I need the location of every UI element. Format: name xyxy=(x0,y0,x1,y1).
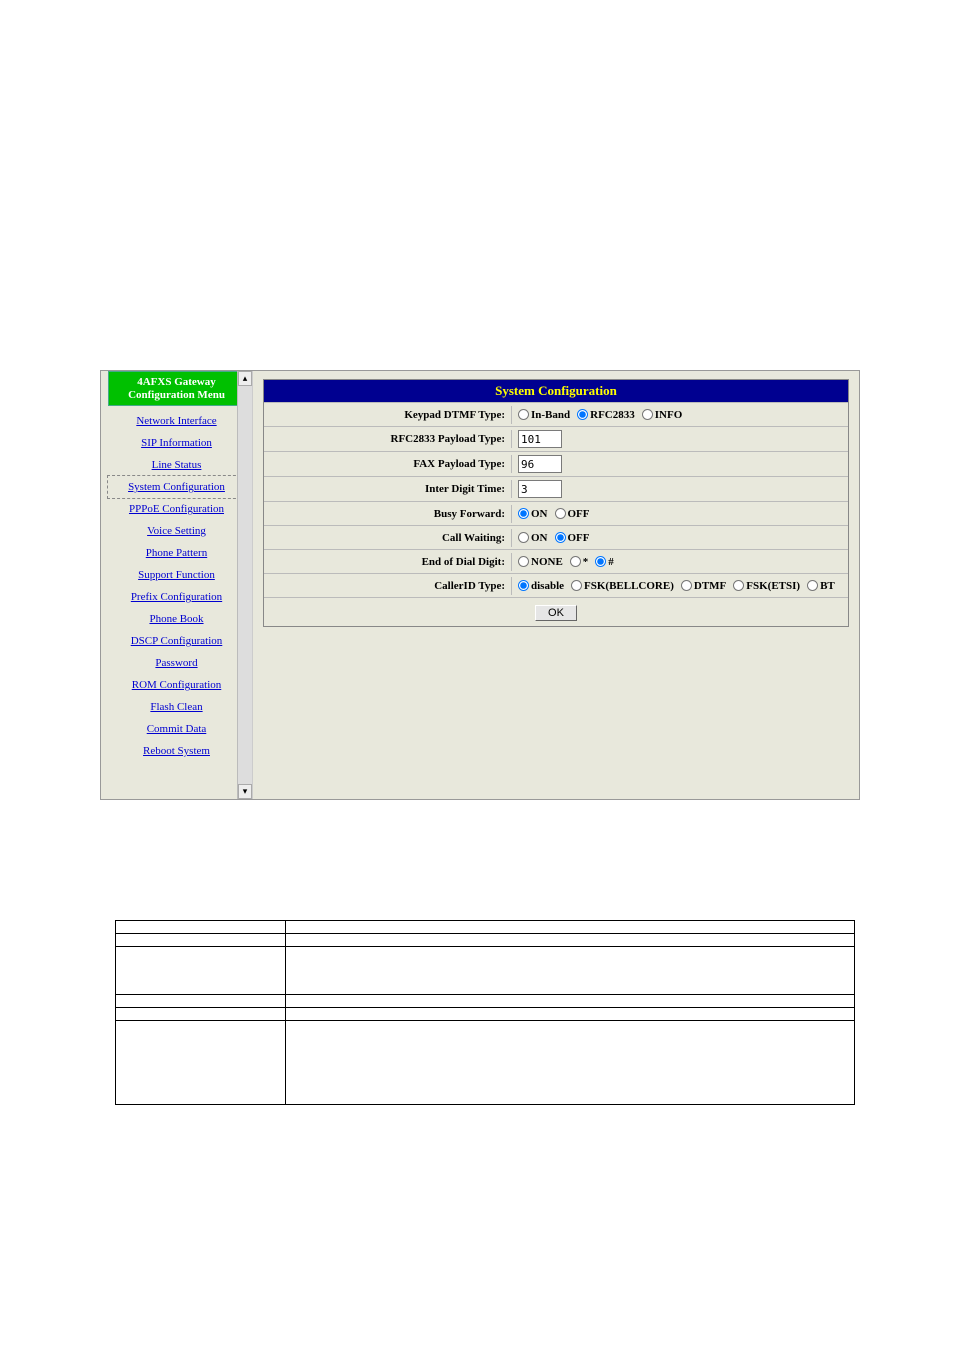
sidebar-item-system-configuration[interactable]: System Configuration xyxy=(108,476,245,498)
label-busy-forward: Busy Forward: xyxy=(264,505,512,523)
row-keypad-dtmf: Keypad DTMF Type: In-Band RFC2833 INFO xyxy=(264,402,848,426)
sidebar-item-network-interface[interactable]: Network Interface xyxy=(108,410,245,432)
sidebar-items: Network Interface SIP Information Line S… xyxy=(108,406,245,762)
sidebar-header: 4AFXS Gateway Configuration Menu xyxy=(108,371,245,406)
sidebar-item-rom-configuration[interactable]: ROM Configuration xyxy=(108,674,245,696)
sidebar-item-support-function[interactable]: Support Function xyxy=(108,564,245,586)
radio-cid-dtmf[interactable]: DTMF xyxy=(681,580,726,592)
sidebar-item-sip-information[interactable]: SIP Information xyxy=(108,432,245,454)
radio-cw-on[interactable]: ON xyxy=(518,532,548,544)
radio-eod-hash[interactable]: # xyxy=(595,556,614,568)
value-rfc2833-payload xyxy=(512,427,848,451)
app-frame: 4AFXS Gateway Configuration Menu Network… xyxy=(100,370,860,800)
table-row xyxy=(116,947,855,995)
sidebar: 4AFXS Gateway Configuration Menu Network… xyxy=(101,371,253,799)
sidebar-item-phone-book[interactable]: Phone Book xyxy=(108,608,245,630)
sidebar-item-phone-pattern[interactable]: Phone Pattern xyxy=(108,542,245,564)
radio-eod-none[interactable]: NONE xyxy=(518,556,563,568)
input-fax-payload[interactable] xyxy=(518,455,562,473)
label-call-waiting: Call Waiting: xyxy=(264,529,512,547)
table-row xyxy=(116,1021,855,1105)
radio-cid-bt[interactable]: BT xyxy=(807,580,835,592)
value-busy-forward: ON OFF xyxy=(512,505,848,523)
radio-busy-on[interactable]: ON xyxy=(518,508,548,520)
sidebar-title-line1: 4AFXS Gateway xyxy=(137,376,216,388)
row-fax-payload: FAX Payload Type: xyxy=(264,451,848,476)
label-fax-payload: FAX Payload Type: xyxy=(264,455,512,473)
row-busy-forward: Busy Forward: ON OFF xyxy=(264,501,848,525)
table-row xyxy=(116,934,855,947)
radio-keypad-info[interactable]: INFO xyxy=(642,409,683,421)
radio-keypad-rfc2833[interactable]: RFC2833 xyxy=(577,409,635,421)
sidebar-scrollbar[interactable]: ▴ ▾ xyxy=(237,371,252,799)
row-callerid: CallerID Type: disable FSK(BELLCORE) DTM… xyxy=(264,573,848,597)
ok-row: OK xyxy=(264,597,848,626)
sidebar-item-pppoe-configuration[interactable]: PPPoE Configuration xyxy=(108,498,245,520)
system-configuration-panel: System Configuration Keypad DTMF Type: I… xyxy=(263,379,849,627)
scroll-down-icon[interactable]: ▾ xyxy=(238,784,252,799)
input-rfc2833-payload[interactable] xyxy=(518,430,562,448)
radio-cid-fskbell[interactable]: FSK(BELLCORE) xyxy=(571,580,674,592)
sidebar-item-dscp-configuration[interactable]: DSCP Configuration xyxy=(108,630,245,652)
radio-busy-off[interactable]: OFF xyxy=(555,508,590,520)
table-row xyxy=(116,1008,855,1021)
value-call-waiting: ON OFF xyxy=(512,529,848,547)
sidebar-item-commit-data[interactable]: Commit Data xyxy=(108,718,245,740)
ok-button[interactable]: OK xyxy=(535,605,577,621)
radio-eod-star[interactable]: * xyxy=(570,556,589,568)
radio-cid-fsketsi[interactable]: FSK(ETSI) xyxy=(733,580,800,592)
label-callerid: CallerID Type: xyxy=(264,577,512,595)
sidebar-item-prefix-configuration[interactable]: Prefix Configuration xyxy=(108,586,245,608)
table-row xyxy=(116,995,855,1008)
sidebar-item-voice-setting[interactable]: Voice Setting xyxy=(108,520,245,542)
sidebar-item-password[interactable]: Password xyxy=(108,652,245,674)
radio-cw-off[interactable]: OFF xyxy=(555,532,590,544)
value-fax-payload xyxy=(512,452,848,476)
value-inter-digit xyxy=(512,477,848,501)
label-keypad-dtmf: Keypad DTMF Type: xyxy=(264,406,512,424)
sidebar-item-line-status[interactable]: Line Status xyxy=(108,454,245,476)
scroll-up-icon[interactable]: ▴ xyxy=(238,371,252,386)
value-end-of-dial: NONE * # xyxy=(512,553,848,571)
row-end-of-dial: End of Dial Digit: NONE * # xyxy=(264,549,848,573)
row-inter-digit: Inter Digit Time: xyxy=(264,476,848,501)
sidebar-item-reboot-system[interactable]: Reboot System xyxy=(108,740,245,762)
row-call-waiting: Call Waiting: ON OFF xyxy=(264,525,848,549)
doc-table xyxy=(115,920,855,1105)
main-content: System Configuration Keypad DTMF Type: I… xyxy=(253,371,859,799)
label-rfc2833-payload: RFC2833 Payload Type: xyxy=(264,430,512,448)
sidebar-item-flash-clean[interactable]: Flash Clean xyxy=(108,696,245,718)
radio-keypad-inband[interactable]: In-Band xyxy=(518,409,570,421)
label-end-of-dial: End of Dial Digit: xyxy=(264,553,512,571)
table-row xyxy=(116,921,855,934)
radio-cid-disable[interactable]: disable xyxy=(518,580,564,592)
value-callerid: disable FSK(BELLCORE) DTMF FSK(ETSI) BT xyxy=(512,577,848,595)
value-keypad-dtmf: In-Band RFC2833 INFO xyxy=(512,406,848,424)
label-inter-digit: Inter Digit Time: xyxy=(264,480,512,498)
input-inter-digit[interactable] xyxy=(518,480,562,498)
panel-title: System Configuration xyxy=(264,380,848,402)
row-rfc2833-payload: RFC2833 Payload Type: xyxy=(264,426,848,451)
sidebar-title-line2: Configuration Menu xyxy=(128,389,225,401)
